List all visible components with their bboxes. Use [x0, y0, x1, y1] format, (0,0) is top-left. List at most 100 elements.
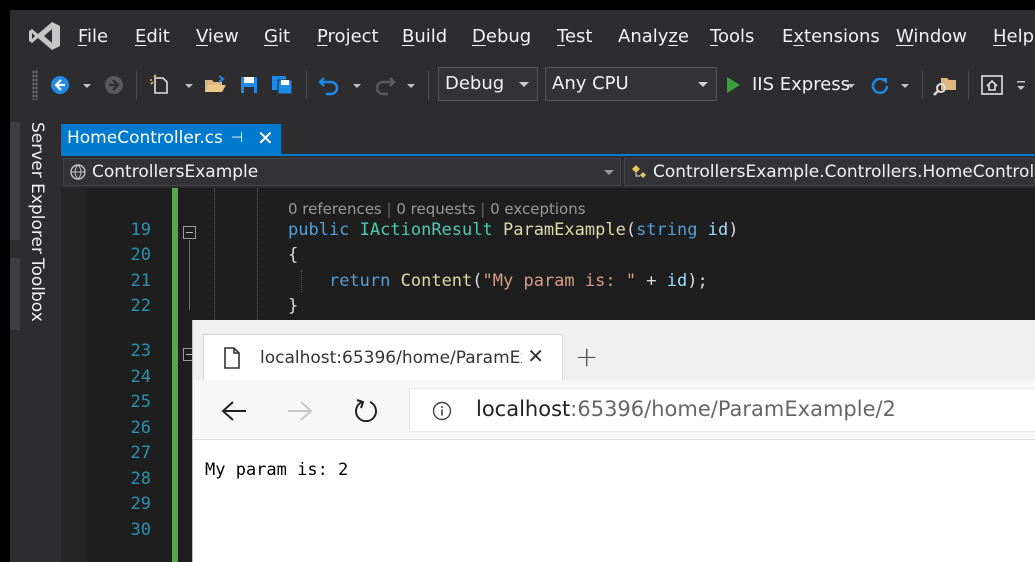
change-tracking-bar [172, 188, 178, 562]
refresh-icon [871, 77, 889, 95]
menu-git[interactable]: Git [264, 26, 290, 47]
forward-arrow-icon [105, 76, 123, 94]
line-number: 21 [130, 271, 151, 291]
browse-button[interactable] [978, 70, 1006, 100]
line-number: 19 [130, 220, 151, 240]
line-number: 22 [130, 296, 151, 316]
folder-open-icon [205, 75, 226, 92]
chevron-down-icon [519, 82, 529, 87]
solution-platform-dropdown[interactable]: Any CPU [545, 67, 717, 101]
menu-view[interactable]: View [196, 26, 239, 47]
line-number: 25 [130, 392, 151, 412]
new-tab-button[interactable]: + [575, 340, 598, 373]
navigation-bar: ControllersExample ControllersExample.Co… [61, 156, 1035, 188]
toolbox-label[interactable]: Toolbox [27, 258, 47, 322]
chevron-down-icon[interactable] [350, 76, 364, 94]
save-all-button[interactable] [268, 70, 296, 100]
platform-value: Any CPU [552, 73, 629, 94]
open-file-button[interactable] [202, 70, 228, 100]
menu-test[interactable]: Test [557, 26, 592, 47]
line-number: 20 [130, 245, 151, 265]
code-line-20: { [288, 245, 299, 265]
menu-analyze[interactable]: Analyze [618, 26, 689, 47]
line-number: 24 [130, 367, 151, 387]
line-number: 30 [130, 520, 151, 540]
side-panel-strip [10, 122, 24, 562]
type-dropdown[interactable]: ControllersExample.Controllers.HomeContr… [624, 158, 1035, 186]
browser-forward-button[interactable] [283, 394, 317, 428]
line-number: 27 [130, 443, 151, 463]
menu-extensions[interactable]: Extensions [782, 26, 880, 47]
class-icon [632, 165, 646, 178]
info-icon[interactable] [432, 401, 452, 421]
address-bar[interactable]: localhost:65396/home/ParamExample/2 [409, 388, 1035, 432]
configuration-value: Debug [445, 73, 505, 94]
play-icon [727, 77, 740, 93]
codelens[interactable]: 0 references | 0 requests | 0 exceptions [288, 200, 586, 218]
navigate-forward-button[interactable] [102, 70, 126, 100]
server-explorer-label[interactable]: Server Explorer [27, 122, 47, 254]
menu-build[interactable]: Build [402, 26, 447, 47]
browser-refresh-button[interactable] [349, 394, 383, 428]
project-name: ControllersExample [92, 162, 259, 182]
url-text[interactable]: localhost:65396/home/ParamExample/2 [476, 397, 896, 421]
undo-button[interactable] [316, 70, 342, 100]
sidetab-toolbox[interactable] [10, 258, 20, 330]
redo-button[interactable] [372, 70, 398, 100]
save-all-icon [272, 76, 293, 95]
undo-icon [318, 77, 339, 96]
code-line-22: } [288, 296, 299, 316]
fold-line [189, 240, 190, 310]
menu-help[interactable]: Help [993, 26, 1034, 47]
codelens-exceptions[interactable]: 0 exceptions [490, 200, 585, 218]
menu-file[interactable]: File [78, 26, 108, 47]
sidetab-server-explorer[interactable] [10, 122, 20, 240]
collapse-toggle-icon[interactable] [183, 226, 196, 239]
chevron-down-icon [698, 82, 708, 87]
chevron-down-icon[interactable] [844, 76, 858, 94]
new-project-button[interactable] [148, 70, 174, 100]
line-number: 26 [130, 418, 151, 438]
browser-tab-title: localhost:65396/home/ParamExample/2 [260, 348, 522, 368]
menu-debug[interactable]: Debug [472, 26, 531, 47]
find-in-files-button[interactable] [932, 70, 958, 100]
menu-project[interactable]: Project [317, 26, 379, 47]
save-button[interactable] [236, 70, 262, 100]
browser-back-button[interactable] [217, 394, 251, 428]
menu-tools[interactable]: Tools [710, 26, 754, 47]
run-target-label[interactable]: IIS Express [752, 74, 850, 95]
url-host: localhost [476, 397, 571, 421]
close-icon[interactable]: ✕ [257, 126, 274, 150]
chevron-down-icon[interactable] [898, 76, 912, 94]
folder-search-icon [933, 78, 956, 96]
code-line-21: return Content("My param is: " + id); [328, 271, 708, 291]
page-content-text: My param is: 2 [205, 460, 349, 480]
menu-edit[interactable]: Edit [135, 26, 170, 47]
chevron-down-icon[interactable] [182, 76, 196, 94]
tab-homecontroller-cs[interactable]: HomeController.cs ⊣ ✕ [61, 124, 281, 154]
toolbar-grip[interactable] [32, 70, 38, 100]
browser-tab-strip: localhost:65396/home/ParamExample/2 ✕ + [193, 320, 1035, 380]
chevron-down-icon[interactable] [404, 76, 418, 94]
browser-link-refresh-button[interactable] [868, 70, 892, 100]
project-dropdown[interactable]: ControllersExample [63, 158, 621, 186]
solution-configuration-dropdown[interactable]: Debug [438, 67, 538, 101]
tab-title: HomeController.cs [67, 128, 223, 148]
chevron-down-icon[interactable] [1014, 76, 1028, 94]
codelens-references[interactable]: 0 references [288, 200, 382, 218]
start-debugging-button[interactable] [722, 70, 744, 100]
close-icon[interactable]: ✕ [527, 344, 544, 368]
codelens-requests[interactable]: 0 requests [396, 200, 475, 218]
menu-window[interactable]: Window [896, 26, 967, 47]
new-file-icon [150, 74, 168, 94]
line-number: 28 [130, 469, 151, 489]
navigate-back-button[interactable] [48, 70, 72, 100]
chevron-down-icon[interactable] [80, 76, 94, 94]
redo-icon [375, 77, 396, 96]
pin-icon[interactable]: ⊣ [231, 130, 243, 146]
line-number: 23 [130, 341, 151, 361]
forward-arrow-icon [288, 401, 313, 421]
save-icon [241, 77, 257, 93]
visual-studio-logo-icon [29, 22, 60, 50]
browser-tab[interactable]: localhost:65396/home/ParamExample/2 ✕ [203, 334, 563, 380]
